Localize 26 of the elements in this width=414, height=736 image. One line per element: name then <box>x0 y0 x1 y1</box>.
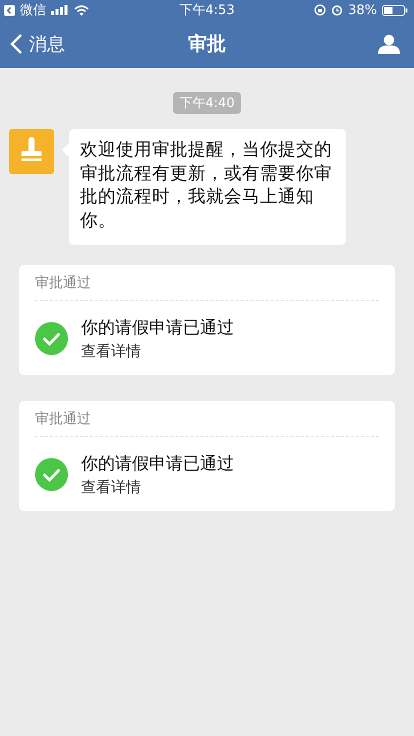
back-app-icon <box>4 4 15 16</box>
page-title: 审批 <box>188 32 226 57</box>
signal-icon <box>51 5 69 15</box>
message-bubble: 欢迎使用审批提醒，当你提交的审批流程有更新，或有需要你审批的流程时，我就会马上通知你。 <box>69 129 346 245</box>
approval-card[interactable]: 审批通过 你的请假申请已通过 查看详情 <box>19 265 395 375</box>
checkmark-icon <box>35 458 68 491</box>
card-title: 你的请假申请已通过 <box>81 453 234 475</box>
timestamp-badge: 下午4:40 <box>173 92 241 114</box>
approval-card[interactable]: 审批通过 你的请假申请已通过 查看详情 <box>19 401 395 511</box>
checkmark-icon <box>35 322 68 355</box>
stamp-avatar-icon <box>9 129 54 174</box>
person-icon[interactable] <box>378 34 400 54</box>
battery-icon <box>382 4 408 16</box>
card-header: 审批通过 <box>35 265 379 301</box>
back-app-label: 微信 <box>20 2 46 19</box>
card-title: 你的请假申请已通过 <box>81 317 234 339</box>
details-link[interactable]: 查看详情 <box>81 342 234 361</box>
status-time: 下午4:53 <box>179 2 235 19</box>
details-link[interactable]: 查看详情 <box>81 478 234 497</box>
alarm-icon <box>331 4 344 16</box>
card-header: 审批通过 <box>35 401 379 437</box>
wifi-icon <box>74 4 89 16</box>
chevron-left-icon <box>10 33 23 55</box>
rotation-lock-icon <box>314 4 326 16</box>
back-button[interactable]: 消息 <box>10 32 65 56</box>
battery-percent: 38% <box>348 2 377 18</box>
